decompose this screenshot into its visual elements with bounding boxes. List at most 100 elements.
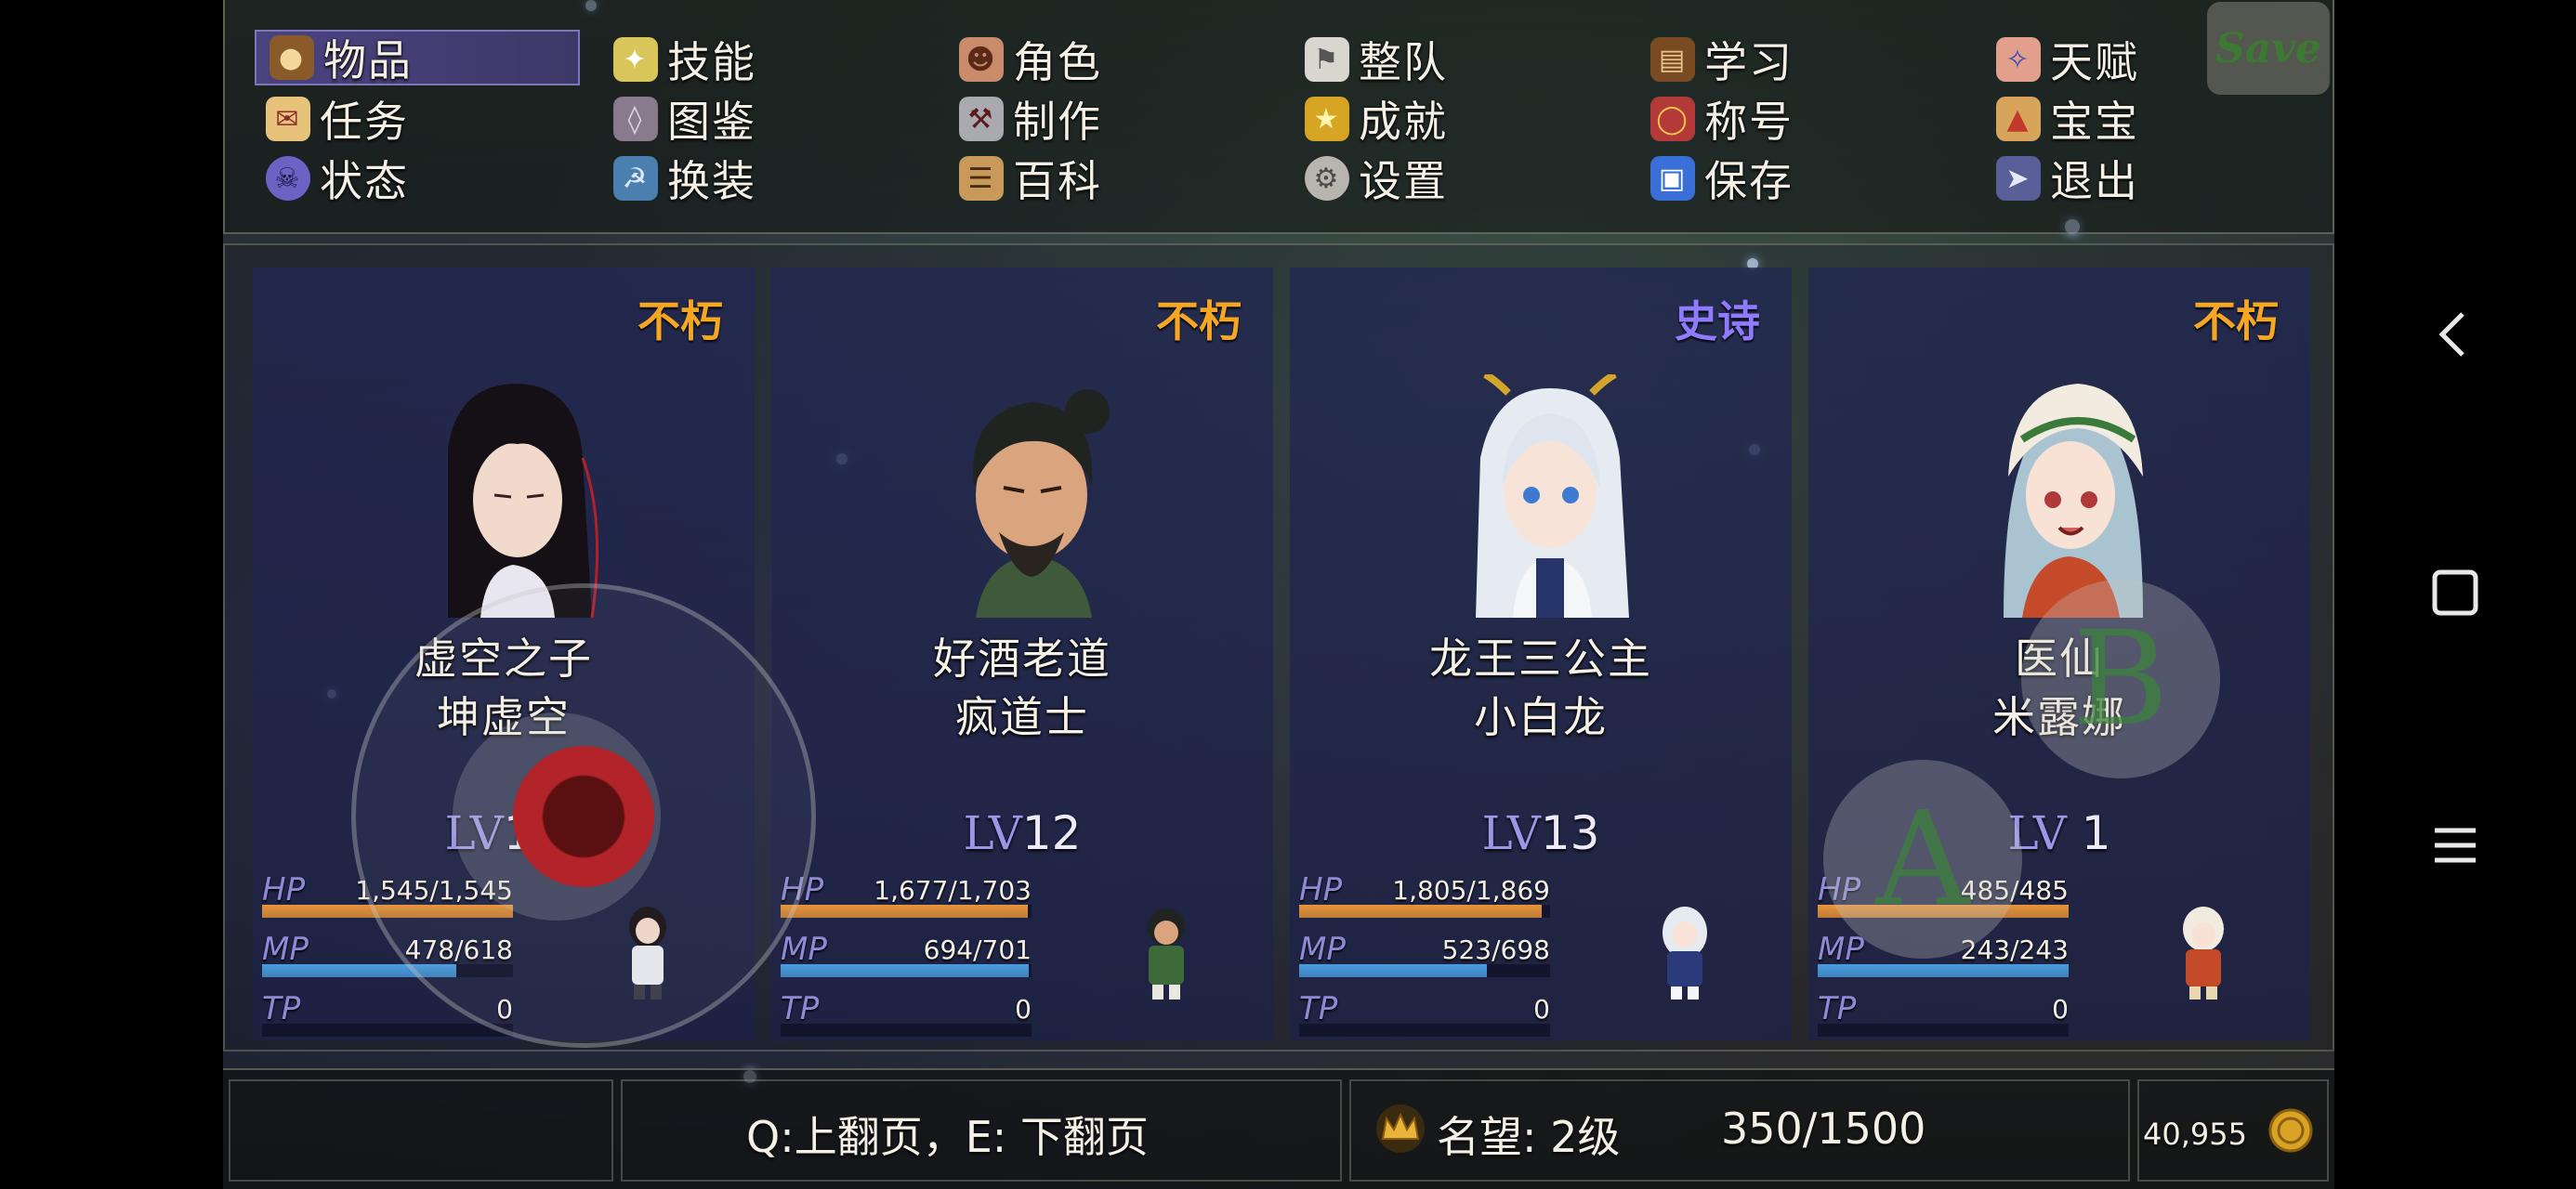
menu-item-quests[interactable]: ✉ 任务 [253, 91, 578, 147]
menu-item-label: 技能 [667, 37, 756, 87]
outfit-icon: ☭ [613, 156, 658, 201]
menu-item-label: 天赋 [2050, 37, 2139, 87]
virtual-button-a[interactable]: A [1823, 760, 2022, 959]
tp-value: 0 [2052, 994, 2069, 1025]
character-level: LV13 [1290, 806, 1792, 860]
gold-coin-icon [2268, 1108, 2313, 1153]
party-member-card[interactable]: 不朽 好酒老道 疯道士 LV12 HP 1,677/1,703 MP 694/7… [771, 268, 1273, 1040]
menu-item-formation[interactable]: ⚑ 整队 [1292, 32, 1617, 87]
character-sprite [1663, 907, 1707, 1000]
back-icon[interactable] [2334, 307, 2576, 362]
anvil-icon: ⚒ [959, 97, 1004, 141]
level-value: 1 [2081, 806, 2111, 860]
menu-item-label: 角色 [1013, 37, 1102, 87]
mp-value: 694/701 [923, 934, 1032, 965]
mp-value: 523/698 [1441, 934, 1550, 965]
hp-row: HP 1,805/1,869 [1299, 869, 1559, 920]
bag-icon: ● [269, 35, 314, 80]
encyclopedia-icon: ☰ [959, 156, 1004, 201]
menu-item-label: 换装 [667, 156, 756, 206]
menu-item-label: 物品 [323, 35, 413, 85]
menu-item-outfit[interactable]: ☭ 换装 [600, 150, 926, 206]
button-a-label: A [1875, 783, 1970, 935]
mp-bar-fill [781, 964, 1030, 977]
gear-icon: ⚙ [1305, 156, 1349, 201]
mp-bar-fill [1299, 964, 1488, 977]
menu-item-achievements[interactable]: ★ 成就 [1292, 91, 1617, 147]
tp-bar [262, 1024, 513, 1037]
skill-icon: ✦ [613, 37, 658, 82]
quick-save-button[interactable]: Save [2207, 2, 2330, 95]
skull-icon: ☠ [266, 156, 310, 201]
home-icon[interactable] [2334, 565, 2576, 621]
tp-row: TP 0 [1818, 988, 2078, 1039]
mp-label: MP [1299, 931, 1346, 968]
character-sprite [1148, 908, 1185, 1000]
tp-label: TP [262, 990, 301, 1027]
quick-save-label: Save [2215, 24, 2321, 72]
menu-item-items[interactable]: ● 物品 [255, 30, 580, 85]
menu-item-label: 成就 [1359, 97, 1448, 147]
menu-item-characters[interactable]: ☻ 角色 [946, 32, 1271, 87]
menu-item-crafting[interactable]: ⚒ 制作 [946, 91, 1271, 147]
hp-bar [1299, 905, 1550, 918]
menu-item-label: 学习 [1704, 37, 1794, 87]
flag-icon: ⚑ [1305, 37, 1349, 82]
mp-label: MP [262, 931, 309, 968]
tp-bar [1818, 1024, 2069, 1037]
tp-bar [781, 1024, 1032, 1037]
scroll-icon: ✉ [266, 97, 310, 141]
party-member-card[interactable]: 史诗 龙王三公主 小白龙 LV13 HP 1,805/1,869 MP 523/… [1290, 268, 1792, 1040]
menu-item-label: 制作 [1013, 97, 1102, 147]
menu-item-label: 任务 [320, 97, 409, 147]
menu-item-settings[interactable]: ⚙ 设置 [1292, 150, 1617, 206]
book-icon: ▤ [1650, 37, 1695, 82]
game-viewport[interactable]: ● 物品 ✦ 技能 ☻ 角色 ⚑ 整队 ▤ 学习 ✧ 天赋 ✉ 任务 ◊ 图鉴 [223, 0, 2334, 1189]
menu-item-bestiary[interactable]: ◊ 图鉴 [600, 91, 926, 147]
crown-icon [1376, 1104, 1425, 1153]
gold-amount: 40,955 [2143, 1117, 2247, 1152]
character-title: 好酒老道 [933, 634, 1111, 684]
character-level: LV12 [771, 806, 1273, 860]
virtual-button-b[interactable]: B [2021, 580, 2220, 778]
menu-item-status[interactable]: ☠ 状态 [253, 150, 578, 206]
tp-bar [1299, 1024, 1550, 1037]
rarity-badge: 不朽 [637, 296, 723, 346]
menu-item-label: 退出 [2050, 156, 2139, 206]
mp-label: MP [1818, 931, 1864, 968]
menu-item-label: 状态 [320, 156, 409, 206]
page-hint: Q:上翻页，E: 下翻页 [746, 1112, 1149, 1162]
tp-label: TP [781, 990, 820, 1027]
tp-row: TP 0 [781, 988, 1041, 1039]
menu-item-skills[interactable]: ✦ 技能 [600, 32, 926, 87]
menu-icon[interactable] [2334, 817, 2576, 873]
menu-item-encyclopedia[interactable]: ☰ 百科 [946, 150, 1271, 206]
hp-value: 1,677/1,703 [874, 875, 1032, 906]
joystick-knob[interactable] [513, 746, 654, 887]
menu-item-save[interactable]: ▣ 保存 [1637, 150, 1963, 206]
android-navigation-bar [2334, 0, 2576, 1189]
menu-item-label: 百科 [1013, 156, 1102, 206]
menu-item-titles[interactable]: ◯ 称号 [1637, 91, 1963, 147]
exit-icon: ➤ [1996, 156, 2041, 201]
character-portrait [1476, 374, 1629, 618]
hp-label: HP [262, 871, 306, 908]
hp-bar [781, 905, 1032, 918]
mp-bar [1299, 964, 1550, 977]
mp-bar [1818, 964, 2069, 977]
hp-value: 1,805/1,869 [1392, 875, 1550, 906]
menu-item-study[interactable]: ▤ 学习 [1637, 32, 1963, 87]
menu-item-exit[interactable]: ➤ 退出 [1983, 150, 2308, 206]
footer-empty-cell [229, 1079, 613, 1182]
tp-label: TP [1818, 990, 1857, 1027]
level-value: 12 [1021, 806, 1082, 860]
menu-item-pets[interactable]: ▲ 宝宝 [1983, 91, 2308, 147]
character-sprite [2183, 907, 2224, 1000]
menu-item-label: 称号 [1704, 97, 1794, 147]
footer-bar: Q:上翻页，E: 下翻页 名望: 2级 350/1500 40,955 [223, 1068, 2334, 1189]
hp-label: HP [1299, 871, 1343, 908]
hp-bar-fill [1299, 905, 1542, 918]
character-name: 小白龙 [1474, 692, 1608, 742]
level-prefix: LV [1481, 806, 1541, 860]
reputation-label: 名望: 2级 [1437, 1112, 1621, 1162]
